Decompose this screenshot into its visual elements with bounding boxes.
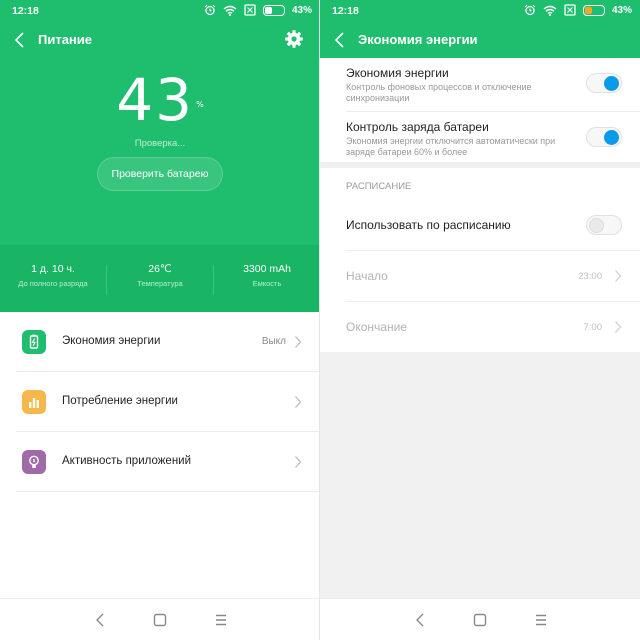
wifi-icon	[543, 5, 557, 16]
toggle-row-power-saving[interactable]: Экономия энергии Контроль фоновых процес…	[346, 58, 640, 112]
no-sim-icon	[244, 4, 256, 16]
power-menu: Экономия энергии Выкл Потребление энерги…	[0, 312, 320, 492]
battery-level-unit: %	[196, 100, 206, 109]
start-time-row[interactable]: Начало 23:00	[346, 251, 640, 302]
chevron-right-icon	[295, 336, 302, 348]
battery-level-value: 43	[116, 66, 195, 134]
menu-item-app-activity[interactable]: Активность приложений	[16, 432, 320, 492]
start-time-value: 23:00	[578, 271, 602, 282]
battery-stats: 1 д. 10 ч. До полного разряда 26℃ Темпер…	[0, 245, 320, 312]
toggle-title: Экономия энергии	[346, 66, 449, 80]
nav-home-icon[interactable]	[150, 611, 170, 629]
toggle-knob	[604, 130, 619, 145]
stat-value: 26℃	[148, 263, 172, 275]
toggle-title: Контроль заряда батареи	[346, 120, 489, 134]
stat-remaining: 1 д. 10 ч. До полного разряда	[0, 263, 106, 288]
stat-capacity: 3300 mAh Емкость	[214, 263, 320, 288]
battery-icon	[582, 4, 605, 16]
page-title: Питание	[38, 32, 93, 47]
bar-chart-icon	[22, 390, 46, 414]
charge-control-toggle[interactable]	[586, 127, 622, 147]
alarm-icon	[204, 4, 216, 16]
chevron-right-icon	[615, 321, 622, 333]
page-title: Экономия энергии	[358, 32, 478, 47]
chevron-right-icon	[295, 456, 302, 468]
status-bar: 12:18 43%	[320, 0, 640, 22]
alarm-icon	[524, 4, 536, 16]
app-header: Экономия энергии	[320, 22, 640, 58]
check-battery-button[interactable]: Проверить батарею	[97, 157, 223, 191]
start-label: Начало	[346, 269, 388, 283]
end-label: Окончание	[346, 320, 407, 334]
stat-label: До полного разряда	[18, 279, 88, 288]
stat-value: 3300 mAh	[243, 263, 291, 275]
toggle-subtitle: Экономия энергии отключится автоматическ…	[346, 136, 556, 157]
wifi-icon	[223, 5, 237, 16]
nav-menu-icon[interactable]	[211, 611, 231, 629]
back-arrow-icon[interactable]	[12, 30, 30, 50]
power-screen: 12:18 43% Питание 43 % Проверка... Прове…	[0, 0, 320, 640]
bulb-icon	[22, 450, 46, 474]
app-header: Питание	[0, 22, 320, 58]
no-sim-icon	[564, 4, 576, 16]
chevron-right-icon	[615, 270, 622, 282]
use-schedule-row[interactable]: Использовать по расписанию	[346, 200, 640, 251]
menu-item-label: Экономия энергии	[62, 335, 161, 347]
toggle-subtitle: Контроль фоновых процессов и отключение …	[346, 82, 532, 103]
menu-item-value: Выкл	[261, 336, 286, 347]
end-time-row[interactable]: Окончание 7:00	[346, 302, 640, 353]
status-time: 12:18	[332, 5, 359, 17]
chevron-right-icon	[295, 396, 302, 408]
power-saving-toggle[interactable]	[586, 73, 622, 93]
check-status-text: Проверка...	[134, 138, 186, 149]
battery-saver-icon	[22, 330, 46, 354]
menu-item-power-usage[interactable]: Потребление энергии	[16, 372, 320, 432]
toggle-knob	[604, 76, 619, 91]
stat-value: 1 д. 10 ч.	[31, 263, 75, 275]
power-saving-toggles: Экономия энергии Контроль фоновых процес…	[320, 58, 640, 162]
nav-back-icon[interactable]	[91, 611, 111, 629]
use-schedule-label: Использовать по расписанию	[346, 218, 511, 232]
back-arrow-icon[interactable]	[332, 30, 350, 50]
stat-label: Емкость	[252, 279, 282, 288]
nav-menu-icon[interactable]	[531, 611, 551, 629]
nav-back-icon[interactable]	[411, 611, 431, 629]
stat-label: Температура	[137, 279, 183, 288]
menu-item-label: Потребление энергии	[62, 395, 178, 407]
nav-bar	[320, 598, 640, 640]
section-header: РАСПИСАНИЕ	[346, 181, 412, 192]
toggle-knob	[589, 218, 604, 233]
nav-home-icon[interactable]	[470, 611, 490, 629]
battery-level-display: 43%	[0, 66, 320, 134]
schedule-section: РАСПИСАНИЕ Использовать по расписанию На…	[320, 168, 640, 352]
nav-bar	[0, 598, 320, 640]
status-time: 12:18	[12, 5, 39, 17]
menu-item-label: Активность приложений	[62, 455, 192, 467]
battery-icon	[262, 4, 285, 16]
menu-item-power-saving[interactable]: Экономия энергии Выкл	[16, 312, 320, 372]
battery-percent: 43%	[611, 4, 632, 16]
stat-temperature: 26℃ Температура	[107, 263, 213, 288]
gear-icon[interactable]	[284, 29, 304, 49]
toggle-row-charge-control[interactable]: Контроль заряда батареи Экономия энергии…	[346, 112, 640, 166]
use-schedule-toggle[interactable]	[586, 215, 622, 235]
status-bar: 12:18 43%	[0, 0, 320, 22]
battery-percent: 43%	[291, 4, 312, 16]
end-time-value: 7:00	[583, 322, 603, 333]
power-saving-screen: 12:18 43% Экономия энергии Экономия энер…	[320, 0, 640, 640]
